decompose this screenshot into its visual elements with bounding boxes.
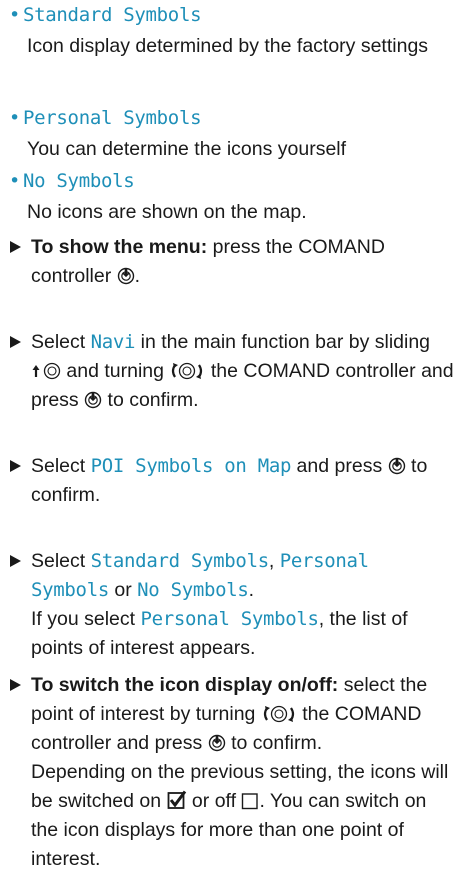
turn-controller-icon	[169, 362, 205, 380]
menu-item-personal-symbols: Personal	[279, 550, 369, 572]
press-controller-icon	[208, 734, 226, 752]
option-label: No Symbols	[23, 170, 135, 192]
step-arrow-icon	[10, 555, 21, 567]
menu-item-no-symbols: No Symbols	[137, 579, 249, 601]
menu-item-personal-symbols-cont: Symbols	[31, 579, 109, 601]
menu-item-poi-symbols: POI Symbols on Map	[90, 455, 292, 477]
step-arrow-icon	[10, 336, 21, 348]
option-label: Standard Symbols	[23, 4, 202, 26]
press-controller-icon	[388, 457, 406, 475]
step-lead: To show the menu:	[31, 236, 208, 258]
step-lead: To switch the icon display on/off:	[31, 674, 339, 696]
press-controller-icon	[84, 391, 102, 409]
checkbox-unchecked-icon	[241, 792, 259, 810]
option-description: Icon display determined by the factory s…	[27, 35, 429, 57]
option-description: No icons are shown on the map.	[27, 201, 307, 223]
option-label: Personal Symbols	[23, 107, 202, 129]
manual-page: • Standard Symbols Icon display determine…	[0, 0, 463, 870]
menu-item-personal-symbols: Personal Symbols	[140, 608, 319, 630]
step-arrow-icon	[10, 241, 21, 253]
menu-item-navi: Navi	[90, 331, 136, 353]
checkbox-checked-icon	[167, 790, 187, 810]
menu-item-standard-symbols: Standard Symbols	[90, 550, 270, 572]
bullet-dot: •	[9, 4, 21, 26]
turn-controller-icon	[261, 705, 297, 723]
press-controller-icon	[117, 267, 135, 285]
step-arrow-icon	[10, 679, 21, 691]
step-arrow-icon	[10, 460, 21, 472]
bullet-dot: •	[9, 107, 21, 129]
bullet-dot: •	[9, 170, 21, 192]
option-description: You can determine the icons yourself	[27, 138, 347, 160]
slide-up-controller-icon	[31, 362, 61, 380]
